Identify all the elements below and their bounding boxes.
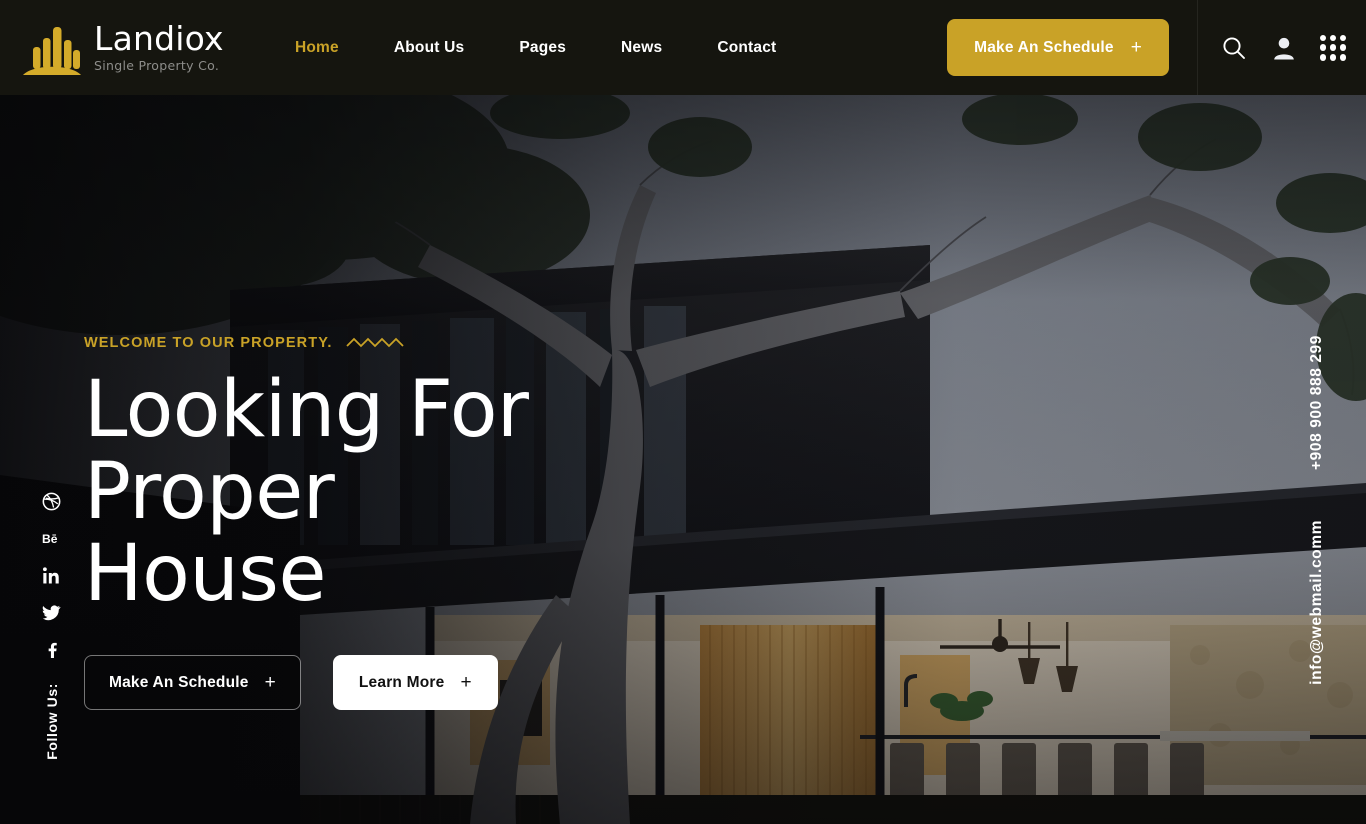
- social-rail: Follow Us: Bē: [42, 492, 61, 760]
- linkedin-icon[interactable]: [42, 566, 61, 585]
- dribbble-icon[interactable]: [42, 492, 61, 511]
- apps-grid-icon[interactable]: [1320, 34, 1346, 61]
- twitter-icon[interactable]: [42, 603, 61, 622]
- header-cta-label: Make An Schedule: [974, 38, 1114, 56]
- facebook-icon[interactable]: [42, 640, 61, 659]
- search-icon[interactable]: [1220, 34, 1248, 62]
- svg-text:Bē: Bē: [42, 532, 58, 546]
- contact-email[interactable]: info@webmail.comm: [1308, 520, 1326, 685]
- hero-content: WELCOME TO OUR PROPERTY. Looking For Pro…: [84, 333, 804, 710]
- nav-item-home[interactable]: Home: [295, 39, 339, 57]
- nav-item-news[interactable]: News: [621, 39, 662, 57]
- zigzag-icon: [346, 337, 405, 348]
- brand-logo[interactable]: Landiox Single Property Co.: [0, 0, 257, 95]
- hero-secondary-button-label: Learn More: [358, 673, 445, 691]
- brand-tagline: Single Property Co.: [94, 58, 220, 73]
- plus-icon: +: [264, 672, 276, 693]
- building-bars-icon: [23, 26, 81, 75]
- hero-section: WELCOME TO OUR PROPERTY. Looking For Pro…: [0, 95, 1366, 824]
- hero-learn-more-button[interactable]: Learn More +: [332, 655, 498, 710]
- behance-icon[interactable]: Bē: [42, 529, 61, 548]
- hero-primary-button-label: Make An Schedule: [109, 673, 249, 691]
- nav-item-about-us[interactable]: About Us: [394, 39, 464, 57]
- hero-button-row: Make An Schedule + Learn More +: [84, 655, 804, 710]
- contact-rail: +908 900 888 299 info@webmail.comm: [1308, 335, 1326, 685]
- hero-eyebrow: WELCOME TO OUR PROPERTY.: [84, 335, 333, 351]
- brand-name: Landiox: [94, 19, 224, 58]
- primary-navigation: Home About Us Pages News Contact: [257, 0, 947, 95]
- plus-icon: +: [460, 672, 472, 693]
- plus-icon: +: [1130, 37, 1142, 58]
- nav-item-contact[interactable]: Contact: [717, 39, 776, 57]
- follow-us-label: Follow Us:: [43, 683, 60, 760]
- header-icon-group: [1198, 0, 1366, 95]
- contact-phone[interactable]: +908 900 888 299: [1308, 335, 1326, 470]
- hero-eyebrow-row: WELCOME TO OUR PROPERTY.: [84, 333, 804, 353]
- header-cta-wrap: Make An Schedule +: [947, 0, 1169, 95]
- page-root: Landiox Single Property Co. Home About U…: [0, 0, 1366, 824]
- site-header: Landiox Single Property Co. Home About U…: [0, 0, 1366, 95]
- user-account-icon[interactable]: [1270, 34, 1298, 62]
- nav-item-pages[interactable]: Pages: [519, 39, 566, 57]
- hero-make-schedule-button[interactable]: Make An Schedule +: [84, 655, 301, 710]
- hero-heading: Looking For Proper House: [84, 365, 529, 619]
- header-make-schedule-button[interactable]: Make An Schedule +: [947, 19, 1169, 76]
